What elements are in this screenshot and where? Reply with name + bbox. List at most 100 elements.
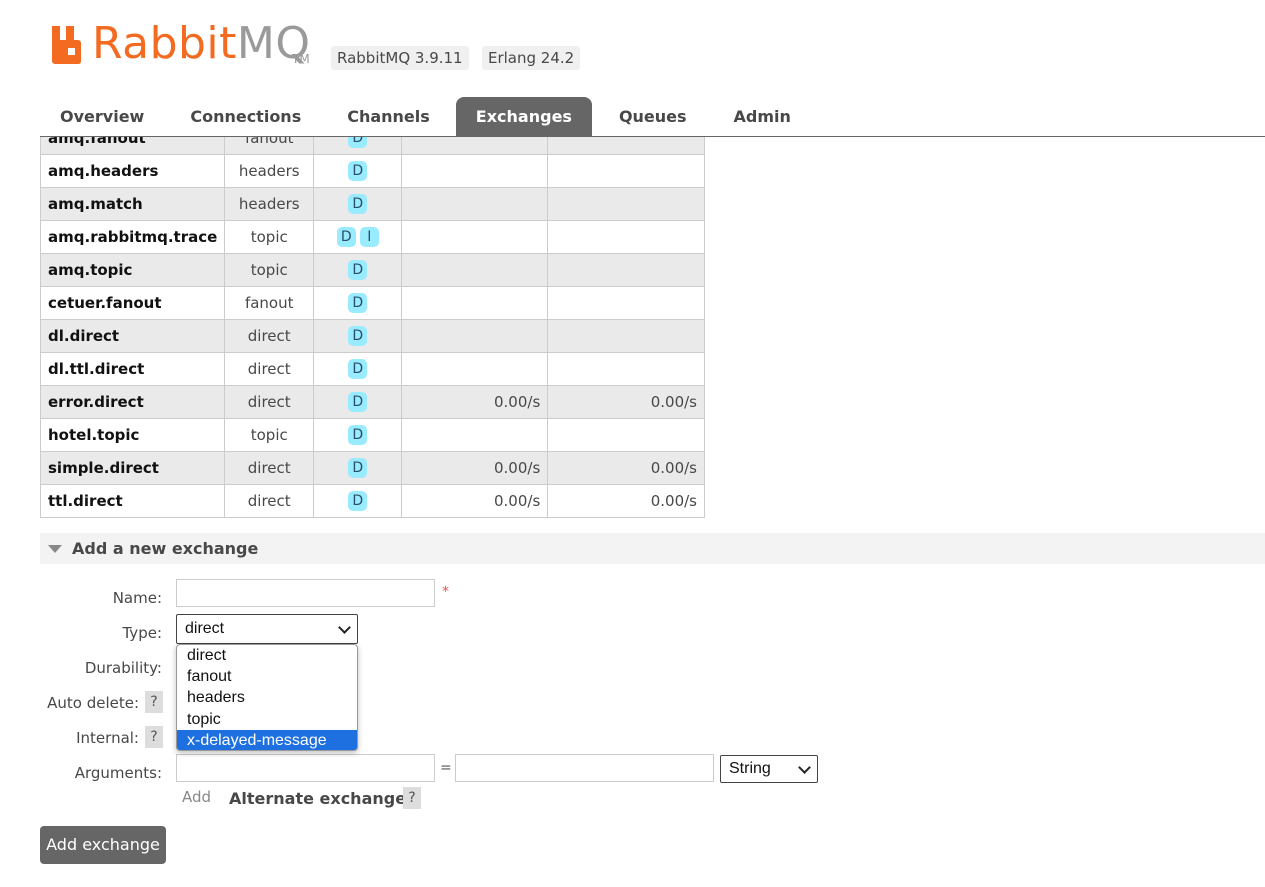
exchange-type-selected-value: direct <box>185 620 225 637</box>
message-rate-in-cell: 0.00/s <box>401 451 549 485</box>
message-rate-in-cell <box>401 319 549 353</box>
message-rate-out-cell <box>547 286 705 320</box>
exchange-features-cell: D <box>313 187 403 221</box>
exchange-type-cell: direct <box>224 385 315 419</box>
logo-rabbit-text: Rabbit <box>92 18 237 69</box>
argument-type-selected-value: String <box>729 760 771 777</box>
message-rate-out-cell <box>547 418 705 452</box>
exchange-name-link[interactable]: amq.rabbitmq.trace <box>40 220 226 254</box>
tab-exchanges[interactable]: Exchanges <box>455 97 592 136</box>
durable-badge: D <box>348 161 368 181</box>
internal-help-icon[interactable]: ? <box>145 726 163 748</box>
exchange-features-cell: D <box>313 385 403 419</box>
exchange-type-cell: fanout <box>224 137 315 155</box>
message-rate-in-cell <box>401 137 549 155</box>
auto-delete-label: Auto delete: <box>47 694 139 712</box>
exchange-features-cell: D <box>313 253 403 287</box>
message-rate-in-cell <box>401 154 549 188</box>
argument-equals-sign: = <box>440 760 452 776</box>
rabbitmq-logo-icon <box>52 26 81 64</box>
exchange-name-link[interactable]: cetuer.fanout <box>40 286 226 320</box>
alternate-exchange-link[interactable]: Alternate exchange <box>229 789 406 808</box>
message-rate-in-cell <box>401 187 549 221</box>
exchange-type-cell: headers <box>224 187 315 221</box>
durable-badge: D <box>348 458 368 478</box>
message-rate-in-cell <box>401 418 549 452</box>
message-rate-out-cell <box>547 154 705 188</box>
exchange-type-cell: direct <box>224 451 315 485</box>
type-label: Type: <box>122 624 162 642</box>
exchange-name-link[interactable]: amq.fanout <box>40 137 226 155</box>
exchange-name-link[interactable]: dl.ttl.direct <box>40 352 226 386</box>
type-option-topic[interactable]: topic <box>177 709 357 730</box>
type-option-fanout[interactable]: fanout <box>177 666 357 687</box>
logo-trademark: TM <box>292 52 310 66</box>
add-argument-link[interactable]: Add <box>182 788 211 806</box>
message-rate-out-cell: 0.00/s <box>547 484 705 518</box>
message-rate-in-cell: 0.00/s <box>401 484 549 518</box>
exchanges-table: amq.fanout fanout Damq.headers headers Damq.… <box>40 137 705 518</box>
exchange-name-link[interactable]: amq.headers <box>40 154 226 188</box>
tab-queues[interactable]: Queues <box>592 97 714 136</box>
tab-admin[interactable]: Admin <box>714 97 801 136</box>
exchange-type-cell: direct <box>224 484 315 518</box>
message-rate-in-cell <box>401 352 549 386</box>
exchange-features-cell: D <box>313 286 403 320</box>
message-rate-out-cell: 0.00/s <box>547 385 705 419</box>
argument-type-select[interactable]: String <box>720 755 818 783</box>
exchange-name-link[interactable]: hotel.topic <box>40 418 226 452</box>
message-rate-in-cell <box>401 253 549 287</box>
exchange-name-link[interactable]: ttl.direct <box>40 484 226 518</box>
durability-label: Durability: <box>84 659 162 677</box>
message-rate-in-cell <box>401 286 549 320</box>
exchange-name-link[interactable]: error.direct <box>40 385 226 419</box>
internal-badge: I <box>359 227 379 247</box>
durable-badge: D <box>348 137 368 148</box>
argument-value-input[interactable] <box>455 754 714 782</box>
exchange-features-cell: D <box>313 154 403 188</box>
exchange-type-dropdown[interactable]: direct fanout headers topic x-delayed-me… <box>176 644 358 751</box>
exchange-type-cell: topic <box>224 253 315 287</box>
arguments-label: Arguments: <box>74 764 162 782</box>
exchanges-table-viewport[interactable]: amq.fanout fanout Damq.headers headers Damq.… <box>40 137 706 519</box>
exchange-features-cell: D <box>313 418 403 452</box>
exchange-type-cell: direct <box>224 319 315 353</box>
table-row: amq.fanout fanout D <box>40 137 705 155</box>
exchange-type-select[interactable]: direct <box>176 614 358 644</box>
exchange-name-link[interactable]: dl.direct <box>40 319 226 353</box>
tab-channels[interactable]: Channels <box>327 97 456 136</box>
table-row: dl.ttl.direct direct D <box>40 352 705 386</box>
tab-overview[interactable]: Overview <box>40 97 164 136</box>
add-exchange-button[interactable]: Add exchange <box>40 826 166 864</box>
chevron-down-icon <box>798 761 811 774</box>
message-rate-out-cell <box>547 137 705 155</box>
argument-key-input[interactable] <box>176 754 435 782</box>
main-nav-tabs: Overview Connections Channels Exchanges … <box>40 97 801 136</box>
add-exchange-section-header[interactable]: Add a new exchange <box>40 533 1265 564</box>
exchange-name-link[interactable]: amq.topic <box>40 253 226 287</box>
durable-badge: D <box>348 491 368 511</box>
exchange-name-link[interactable]: simple.direct <box>40 451 226 485</box>
tab-connections[interactable]: Connections <box>164 97 327 136</box>
exchange-features-cell: D <box>313 352 403 386</box>
durable-badge: D <box>348 293 368 313</box>
type-option-headers[interactable]: headers <box>177 687 357 708</box>
type-option-x-delayed-message[interactable]: x-delayed-message <box>177 729 357 750</box>
exchange-name-input[interactable] <box>176 579 435 607</box>
exchange-name-link[interactable]: amq.match <box>40 187 226 221</box>
durable-badge: D <box>348 425 368 445</box>
auto-delete-help-icon[interactable]: ? <box>145 691 163 713</box>
exchange-features-cell: D <box>313 137 403 155</box>
alternate-exchange-help-icon[interactable]: ? <box>403 787 421 809</box>
table-row: error.direct direct D 0.00/s 0.00/s <box>40 385 705 419</box>
name-label: Name: <box>112 589 162 607</box>
message-rate-out-cell <box>547 319 705 353</box>
type-option-direct[interactable]: direct <box>177 645 357 666</box>
table-row: cetuer.fanout fanout D <box>40 286 705 320</box>
message-rate-in-cell: 0.00/s <box>401 385 549 419</box>
rabbitmq-version-badge: RabbitMQ 3.9.11 <box>331 46 469 70</box>
exchange-features-cell: D <box>313 484 403 518</box>
table-row: simple.direct direct D 0.00/s 0.00/s <box>40 451 705 485</box>
table-row: amq.headers headers D <box>40 154 705 188</box>
table-row: amq.rabbitmq.trace topic D I <box>40 220 705 254</box>
